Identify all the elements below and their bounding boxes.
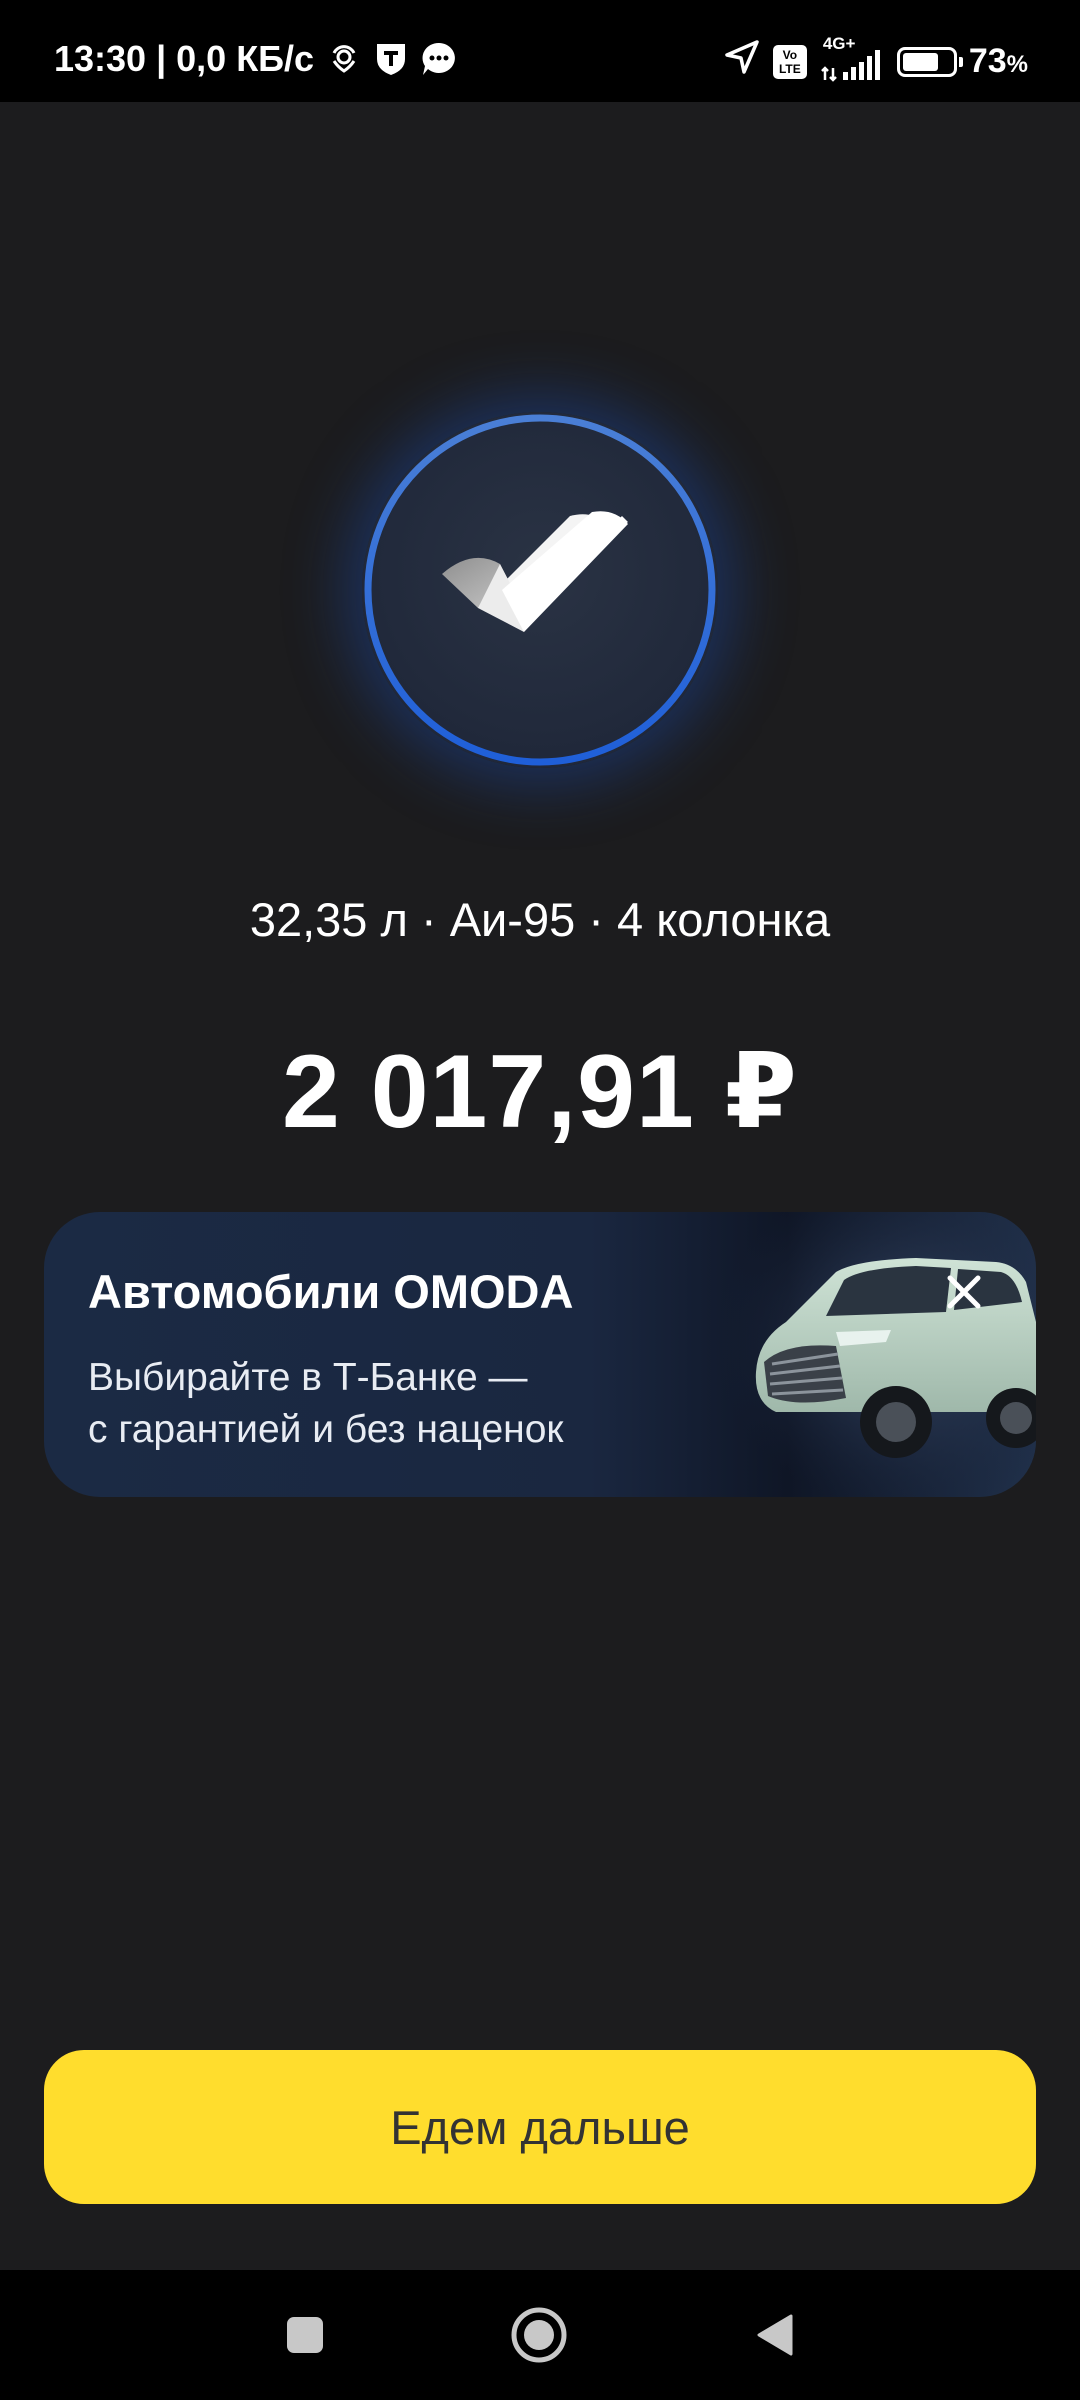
recents-square-icon[interactable] [270, 2300, 340, 2370]
promo-text-line-2: с гарантией и без наценок [88, 1408, 564, 1451]
network-speed: 0,0 КБ/с [176, 38, 315, 79]
shield-t-icon [374, 41, 408, 77]
status-bar: 13:30 | 0,0 КБ/с Vo LTE 4G+ 73% [0, 0, 1080, 102]
navigation-arrow-icon [723, 38, 761, 85]
volte-bottom-label: LTE [778, 61, 801, 76]
promo-title: Автомобили OMODA [88, 1265, 574, 1318]
system-nav-bar [0, 2270, 1080, 2400]
promo-text: Выбирайте в Т-Банке — с гарантией и без … [88, 1352, 563, 1456]
battery-fill [902, 52, 938, 71]
battery-percent-value: 73 [968, 42, 1007, 80]
promo-banner[interactable]: Автомобили OMODA Выбирайте в Т-Банке — с… [44, 1212, 1036, 1497]
promo-text-line-1: Выбирайте в Т-Банке — [88, 1356, 528, 1399]
payment-amount: 2 017,91 ₽ [281, 1034, 799, 1150]
battery-icon [896, 46, 963, 77]
signal-icon: 4G+ [819, 34, 885, 82]
volte-top-label: Vo [782, 47, 798, 62]
location-pin-icon [326, 41, 362, 77]
volte-icon: Vo LTE [772, 44, 807, 79]
car-image [716, 1212, 1036, 1497]
home-circle-icon[interactable] [504, 2300, 574, 2370]
check-icon [364, 414, 716, 766]
battery-percent-sign: % [1006, 51, 1028, 78]
status-left: 13:30 | 0,0 КБ/с [54, 38, 458, 80]
close-icon[interactable] [942, 1270, 986, 1314]
status-right: Vo LTE 4G+ 73% [723, 34, 1028, 85]
success-check [362, 412, 718, 768]
continue-button[interactable]: Едем дальше [44, 2050, 1036, 2204]
status-time: 13:30 [54, 38, 147, 79]
chat-bubble-icon [420, 40, 458, 78]
back-triangle-icon[interactable] [740, 2300, 810, 2370]
fuel-summary: 32,35 л · Аи-95 · 4 колонка [249, 893, 831, 946]
battery-percent: 73% [969, 42, 1028, 81]
status-separator: | [156, 38, 167, 79]
